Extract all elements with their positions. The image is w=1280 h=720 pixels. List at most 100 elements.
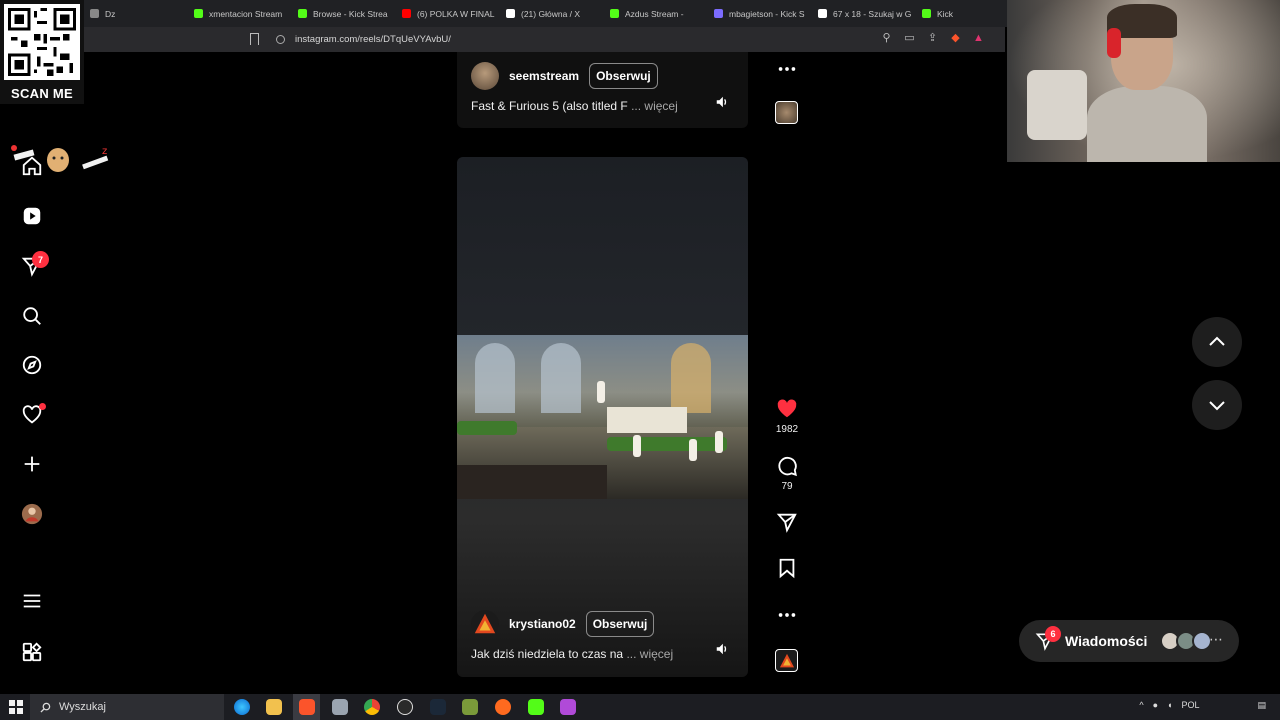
app-purple-icon[interactable] — [560, 699, 576, 715]
system-tray: ^ ● ◖ POL ▤ — [1139, 700, 1266, 711]
obs-icon[interactable] — [397, 699, 413, 715]
save-button[interactable] — [775, 557, 799, 579]
microphone-icon[interactable]: ● — [1153, 700, 1158, 711]
caption-text: Fast & Furious 5 (also titled F — [471, 99, 628, 113]
previous-reel-button[interactable] — [1192, 317, 1242, 367]
chevron-up-icon — [1209, 336, 1225, 346]
qr-code — [4, 4, 80, 80]
audio-thumbnail-top[interactable] — [775, 101, 798, 124]
steam-icon[interactable] — [430, 699, 446, 715]
previous-reel-card[interactable]: seemstream Obserwuj Fast & Furious 5 (al… — [457, 52, 748, 128]
create-plus-icon[interactable] — [20, 452, 44, 476]
also-from-meta-icon[interactable] — [20, 640, 44, 664]
author-avatar[interactable] — [471, 610, 499, 638]
site-info-icon[interactable] — [276, 35, 285, 44]
tray-chevron-up-icon[interactable]: ^ — [1139, 700, 1143, 711]
more-options-icon-top[interactable] — [775, 58, 799, 80]
share-button[interactable] — [775, 511, 799, 533]
notifications-badge: 7 — [32, 251, 49, 268]
profile-avatar[interactable] — [20, 502, 44, 526]
bookmark-icon[interactable] — [250, 33, 259, 45]
follow-button[interactable]: Obserwuj — [589, 63, 658, 89]
like-button[interactable]: 1982 — [775, 398, 799, 435]
kick-icon[interactable] — [528, 699, 544, 715]
reel-caption: Jak dziś niedziela to czas na ... więcej — [471, 647, 673, 661]
tab-label: 67 x 18 - Szukaj w G — [833, 8, 912, 19]
more-link[interactable]: ... więcej — [626, 647, 673, 661]
cast-icon[interactable]: ▭ — [903, 32, 916, 45]
sticker-overlay: z — [10, 142, 112, 176]
windows-start-icon[interactable] — [9, 700, 23, 714]
app-orange-icon[interactable] — [495, 699, 511, 715]
send-icon — [776, 513, 797, 533]
comment-button[interactable]: 79 — [775, 455, 799, 492]
qr-overlay: SCAN ME — [0, 0, 84, 104]
tab-label: Dz — [105, 8, 116, 19]
browser-tab[interactable]: 67 x 18 - Szukaj w G — [812, 9, 916, 19]
file-explorer-icon[interactable] — [266, 699, 282, 715]
author-name[interactable]: krystiano02 — [509, 617, 576, 631]
game-icon[interactable] — [462, 699, 478, 715]
tab-label: xmentacion Stream — [209, 8, 283, 19]
language-indicator[interactable]: POL — [1181, 700, 1199, 711]
browser-tab[interactable]: mbagietson - Kick S — [708, 9, 812, 19]
more-link[interactable]: ... więcej — [631, 99, 678, 113]
url-text[interactable]: instagram.com/reels/DTqUeVYAvbU/ — [295, 34, 451, 45]
browser-tab[interactable]: Dz — [84, 9, 188, 19]
windows-taskbar: Wyszukaj ^ ● ◖ POL ▤ — [0, 694, 1280, 720]
caption-text: Jak dziś niedziela to czas na — [471, 647, 624, 661]
comment-icon — [778, 456, 797, 477]
browser-tab[interactable]: Azdus Stream - — [604, 9, 708, 19]
author-name[interactable]: seemstream — [509, 69, 579, 83]
more-icon: ⋯ — [1209, 631, 1223, 647]
more-options-icon[interactable] — [775, 604, 799, 626]
reel-video[interactable] — [457, 335, 748, 499]
taskbar-search-placeholder[interactable]: Wyszukaj — [59, 701, 106, 713]
follow-button[interactable]: Obserwuj — [585, 611, 655, 637]
bookmark-icon — [779, 558, 795, 579]
chrome-icon[interactable] — [364, 699, 380, 715]
volume-tray-icon[interactable]: ◖ — [1167, 700, 1172, 711]
reel-caption: Fast & Furious 5 (also titled F ... więc… — [471, 99, 678, 113]
author-avatar[interactable] — [471, 62, 499, 90]
tab-favicon-icon — [506, 9, 515, 18]
qr-label: SCAN ME — [10, 86, 74, 101]
edge-icon[interactable] — [234, 699, 250, 715]
brave-shield-icon[interactable]: ◆ — [949, 32, 962, 45]
zoom-icon[interactable]: ⚲ — [880, 32, 893, 45]
browser-tab[interactable]: Browse - Kick Strea — [292, 9, 396, 19]
tab-label: Browse - Kick Strea — [313, 8, 388, 19]
heart-filled-icon — [777, 399, 797, 418]
tab-label: mbagietson - Kick S — [729, 8, 805, 19]
svg-text:z: z — [102, 146, 107, 157]
taskbar-search[interactable]: Wyszukaj — [30, 694, 224, 720]
address-bar[interactable]: instagram.com/reels/DTqUeVYAvbU/ ⚲ ▭ ⇪ ◆… — [0, 27, 1005, 52]
brave-icon[interactable] — [299, 699, 315, 715]
menu-icon[interactable] — [20, 589, 44, 613]
volume-icon[interactable] — [714, 94, 730, 110]
tab-label: (6) POLKA W FINAL — [417, 8, 495, 19]
brave-rewards-icon[interactable]: ▲ — [972, 32, 985, 45]
notification-center-icon[interactable]: ▤ — [1257, 700, 1266, 711]
browser-tab[interactable]: (6) POLKA W FINAL — [396, 9, 500, 19]
browser-tab[interactable]: xmentacion Stream — [188, 9, 292, 19]
app-icon[interactable] — [332, 699, 348, 715]
chevron-down-icon — [1209, 401, 1225, 411]
tab-favicon-icon — [90, 9, 99, 18]
tab-favicon-icon — [714, 9, 723, 18]
explore-icon[interactable] — [20, 353, 44, 377]
search-icon[interactable] — [20, 304, 44, 328]
browser-tab[interactable]: (21) Główna / X — [500, 9, 604, 19]
share-icon[interactable]: ⇪ — [926, 32, 939, 45]
tab-favicon-icon — [922, 9, 931, 18]
reel-card[interactable]: krystiano02 Obserwuj Jak dziś niedziela … — [457, 157, 748, 677]
tab-favicon-icon — [818, 9, 827, 18]
search-icon — [40, 702, 51, 713]
audio-thumbnail[interactable] — [775, 649, 798, 672]
next-reel-button[interactable] — [1192, 380, 1242, 430]
reels-icon[interactable] — [20, 204, 44, 228]
tab-label: Kick — [937, 8, 954, 19]
browser-tab[interactable]: Kick — [916, 9, 1020, 19]
clock[interactable] — [1208, 700, 1248, 711]
volume-icon[interactable] — [714, 641, 730, 657]
